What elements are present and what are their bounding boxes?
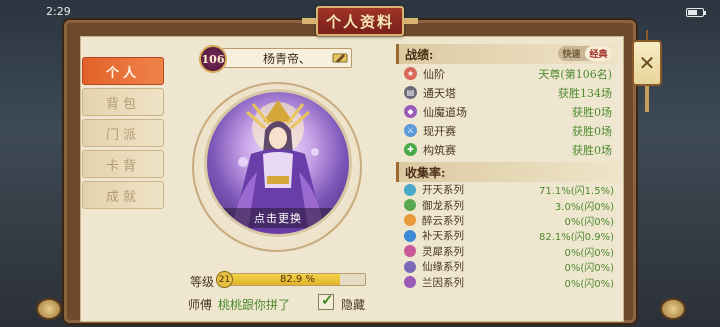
stat-value: 获胜0场 [572,143,612,157]
stat-value: 获胜0场 [572,124,612,138]
master-label: 师傅 [188,298,213,312]
collection-row: 灵犀系列 0%(闪0%) [396,244,618,259]
series-icon [404,245,416,258]
collection-section-header: 收集率: [396,162,618,182]
match-icon: ⚔ [404,124,417,137]
series-value: 3.0%(闪0%) [554,201,614,213]
battery-icon [686,8,706,17]
series-icon [404,183,416,196]
series-icon [404,276,416,289]
series-value: 0%(闪0%) [564,263,614,275]
rank-icon: ★ [404,67,417,80]
series-name: 御龙系列 [422,199,464,212]
change-avatar-label[interactable]: 点击更换 [207,208,349,228]
tab-achievements[interactable]: 成就 [82,181,164,209]
stat-name: 仙阶 [423,67,445,81]
stat-name: 构筑赛 [423,143,456,157]
stat-name: 仙魔道场 [423,105,467,119]
stat-value: 获胜0场 [572,105,612,119]
tab-personal[interactable]: 个人 [82,57,164,85]
stat-value: 天尊(第106名) [538,67,612,81]
master-name[interactable]: 桃桃跟你拼了 [218,296,290,313]
info-panel: 战绩: 快速 经典 ★ 仙阶 天尊(第106名) ▤ 通天塔 获胜134场 ◆ … [396,44,618,290]
edit-name-icon[interactable] [332,51,348,65]
series-name: 灵犀系列 [422,245,464,258]
tower-icon: ▤ [404,86,417,99]
record-section-header: 战绩: 快速 经典 [396,44,618,64]
avatar[interactable]: 点击更换 [207,92,349,234]
stat-row-match: ⚔ 现开赛 获胜0场 [396,121,618,140]
player-level-badge: 106 [199,45,227,73]
tab-backpack[interactable]: 背包 [82,88,164,116]
series-value: 0%(闪0%) [564,278,614,290]
series-value: 0%(闪0%) [564,247,614,259]
grade-label: 等级 [190,275,215,289]
bottom-left-menu-button[interactable] [36,298,62,320]
bottom-right-menu-button[interactable] [660,298,686,320]
collection-row: 御龙系列 3.0%(闪0%) [396,197,618,213]
window-title: 个人资料 [302,6,418,36]
series-name: 醉云系列 [422,214,464,227]
mode-classic[interactable]: 经典 [585,46,612,61]
stat-row-tower: ▤ 通天塔 获胜134场 [396,83,618,102]
grade-level-badge: 21 [216,271,233,288]
mode-quick[interactable]: 快速 [558,46,585,61]
arena-icon: ◆ [404,105,417,118]
series-icon [404,260,416,273]
hide-checkbox[interactable] [318,291,334,310]
stat-name: 现开赛 [423,124,456,138]
record-header-label: 战绩: [405,47,434,62]
series-value: 71.1%(闪1.5%) [539,186,614,198]
hide-label: 隐藏 [341,298,366,312]
stat-row-build: ✚ 构筑赛 获胜0场 [396,140,618,159]
tab-sect[interactable]: 门派 [82,119,164,147]
close-icon: ✕ [638,51,656,75]
build-icon: ✚ [404,143,417,156]
series-icon [404,199,416,212]
tab-card-back[interactable]: 卡背 [82,150,164,178]
series-name: 开天系列 [422,184,464,197]
close-button[interactable]: ✕ [632,40,662,86]
series-icon [404,214,416,227]
collection-row: 开天系列 71.1%(闪1.5%) [396,182,618,197]
grade-progress-text: 82.9 % [280,274,315,285]
collection-header-label: 收集率: [405,165,446,180]
collection-row: 补天系列 82.1%(闪0.9%) [396,228,618,243]
stat-row-rank: ★ 仙阶 天尊(第106名) [396,64,618,83]
series-name: 仙缘系列 [422,261,464,274]
stat-row-arena: ◆ 仙魔道场 获胜0场 [396,102,618,121]
mode-toggle[interactable]: 快速 经典 [558,46,612,61]
stat-name: 通天塔 [423,86,456,100]
collection-row: 醉云系列 0%(闪0%) [396,213,618,228]
stat-value: 获胜134场 [558,86,612,100]
series-icon [404,229,416,242]
player-name: 杨青帝、 [262,51,311,66]
lantern-tassel [645,86,649,112]
series-value: 0%(闪0%) [564,216,614,228]
series-name: 兰因系列 [422,276,464,289]
side-tabs: 个人 背包 门派 卡背 成就 [82,57,164,212]
series-name: 补天系列 [422,230,464,243]
collection-row: 仙缘系列 0%(闪0%) [396,259,618,274]
series-value: 82.1%(闪0.9%) [539,232,614,244]
player-name-box: 杨青帝、 [222,48,352,68]
status-time: 2:29 [46,5,71,18]
collection-row: 兰因系列 0%(闪0%) [396,274,618,290]
